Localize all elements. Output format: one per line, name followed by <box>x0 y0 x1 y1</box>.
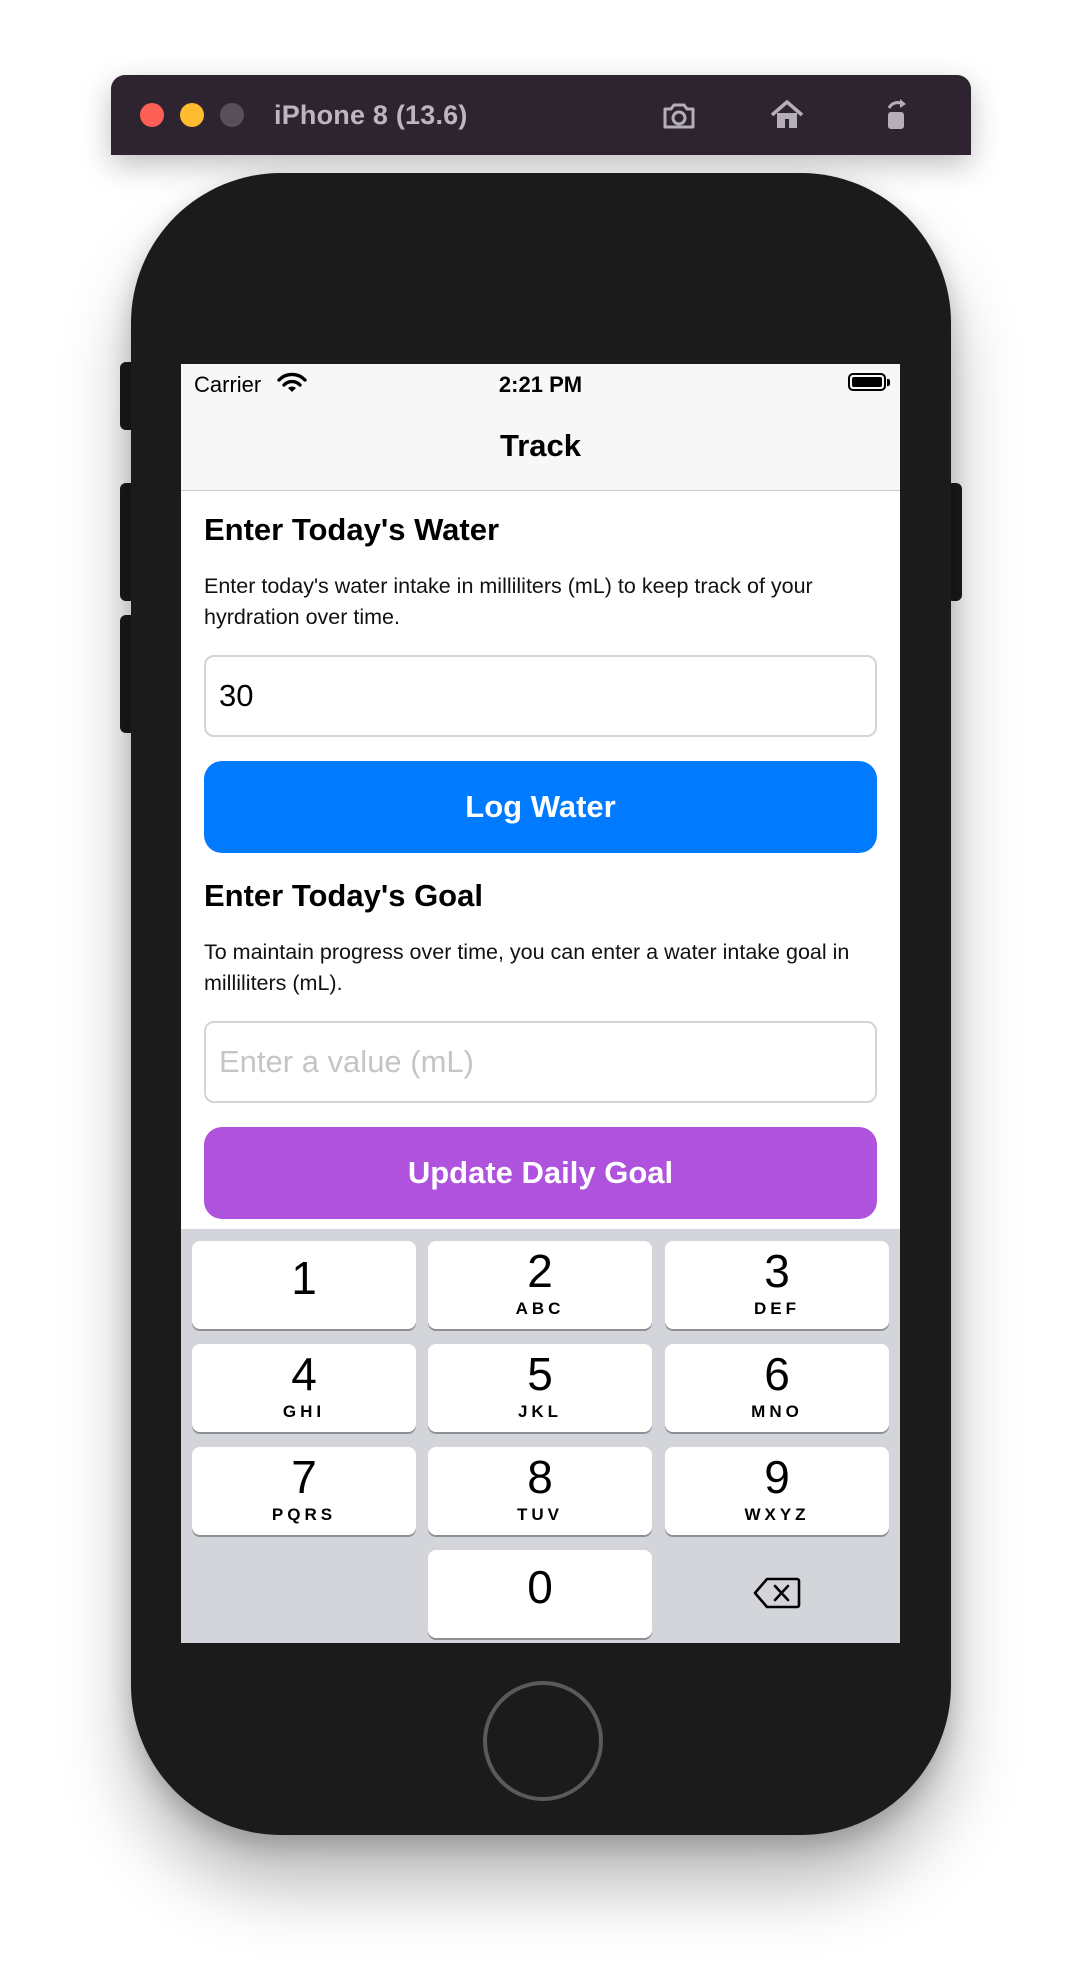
update-daily-goal-button[interactable]: Update Daily Goal <box>204 1127 877 1219</box>
key-digit: 0 <box>527 1561 553 1613</box>
key-digit: 4 <box>291 1348 317 1400</box>
water-heading: Enter Today's Water <box>204 512 500 547</box>
key-digit: 5 <box>527 1348 553 1400</box>
minimize-window-button[interactable] <box>180 103 204 127</box>
navigation-bar: Track <box>181 406 900 491</box>
key-letters: ABC <box>515 1299 565 1318</box>
key-7[interactable]: 7 PQRS <box>192 1447 416 1535</box>
key-digit: 1 <box>291 1252 317 1304</box>
app-screen: Carrier 2:21 PM Track Enter Today's Wate… <box>181 364 900 1643</box>
log-water-button[interactable]: Log Water <box>204 761 877 853</box>
key-digit: 6 <box>764 1348 790 1400</box>
key-letters: DEF <box>754 1299 800 1318</box>
key-letters: JKL <box>517 1402 563 1421</box>
key-letters: MNO <box>751 1402 803 1421</box>
water-intake-input[interactable] <box>204 655 877 737</box>
rotate-icon[interactable] <box>876 95 916 135</box>
backspace-icon <box>753 1577 801 1609</box>
key-letters: GHI <box>282 1402 326 1421</box>
key-3[interactable]: 3 DEF <box>665 1241 889 1329</box>
goal-input[interactable] <box>204 1021 877 1103</box>
battery-icon <box>848 373 890 391</box>
key-1[interactable]: 1 <box>192 1241 416 1329</box>
goal-heading: Enter Today's Goal <box>204 878 483 913</box>
window-title: iPhone 8 (13.6) <box>274 100 468 130</box>
key-4[interactable]: 4 GHI <box>192 1344 416 1432</box>
key-digit: 9 <box>764 1451 790 1503</box>
screenshot-icon[interactable] <box>659 95 699 135</box>
close-window-button[interactable] <box>140 103 164 127</box>
key-digit: 3 <box>764 1245 790 1297</box>
water-description: Enter today's water intake in milliliter… <box>204 574 813 629</box>
key-digit: 2 <box>527 1245 553 1297</box>
key-6[interactable]: 6 MNO <box>665 1344 889 1432</box>
number-keypad: 1 2 ABC 3 DEF 4 GHI 5 JKL 6 MNO 7 PQRS 8… <box>181 1229 900 1643</box>
simulator-titlebar: iPhone 8 (13.6) <box>111 75 971 155</box>
goal-description: To maintain progress over time, you can … <box>204 940 850 995</box>
key-digit: 8 <box>527 1451 553 1503</box>
key-2[interactable]: 2 ABC <box>428 1241 652 1329</box>
key-5[interactable]: 5 JKL <box>428 1344 652 1432</box>
home-button[interactable] <box>483 1681 603 1801</box>
zoom-window-button[interactable] <box>220 103 244 127</box>
status-bar: Carrier 2:21 PM <box>181 364 900 406</box>
status-time: 2:21 PM <box>498 372 583 397</box>
nav-title: Track <box>499 428 581 463</box>
delete-key[interactable] <box>665 1550 889 1638</box>
key-letters: PQRS <box>271 1505 337 1524</box>
key-0[interactable]: 0 <box>428 1550 652 1638</box>
key-9[interactable]: 9 WXYZ <box>665 1447 889 1535</box>
key-digit: 7 <box>291 1451 317 1503</box>
key-letters: WXYZ <box>744 1505 810 1524</box>
key-8[interactable]: 8 TUV <box>428 1447 652 1535</box>
key-letters: TUV <box>517 1505 563 1524</box>
home-icon[interactable] <box>767 95 807 135</box>
